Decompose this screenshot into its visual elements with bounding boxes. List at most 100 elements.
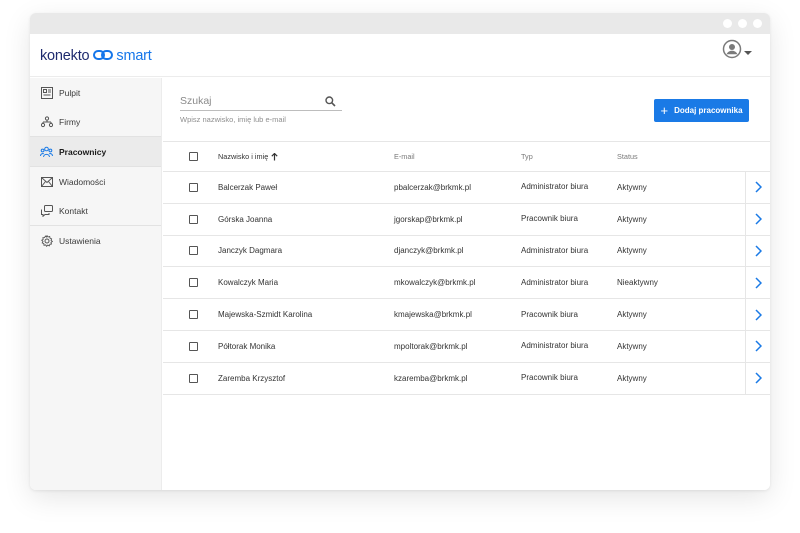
column-header-email[interactable]: E-mail — [394, 142, 415, 171]
row-details-button[interactable] — [745, 203, 770, 235]
sidebar: Pulpit Firmy Pracownicy Wiadomości Konta… — [30, 78, 162, 490]
employees-icon — [40, 145, 53, 158]
chevron-right-icon — [754, 372, 762, 384]
caret-down-icon — [744, 43, 752, 61]
sidebar-item-pracownicy[interactable]: Pracownicy — [30, 137, 161, 166]
table-row[interactable]: Górska Joanna jgorskap@brkmk.pl Pracowni… — [163, 203, 770, 236]
search-icon[interactable] — [325, 94, 336, 112]
row-details-button[interactable] — [745, 267, 770, 299]
employee-name: Kowalczyk Maria — [218, 278, 279, 288]
window-dot[interactable] — [723, 19, 732, 28]
sidebar-item-label: Pracownicy — [59, 146, 107, 157]
sidebar-item-label: Wiadomości — [59, 176, 106, 187]
employee-status: Aktywny — [617, 246, 647, 256]
employee-email: mkowalczyk@brkmk.pl — [394, 278, 476, 288]
chevron-right-icon — [754, 340, 762, 352]
employee-name: Janczyk Dagmara — [218, 246, 283, 256]
table-row[interactable]: Kowalczyk Maria mkowalczyk@brkmk.pl Admi… — [163, 267, 770, 300]
table-row[interactable]: Półtorak Monika mpoltorak@brkmk.pl Admin… — [163, 330, 770, 363]
sidebar-item-ustawienia[interactable]: Ustawienia — [30, 226, 161, 255]
employee-status: Nieaktywny — [617, 278, 658, 288]
sidebar-item-wiadomosci[interactable]: Wiadomości — [30, 167, 161, 196]
employee-status: Aktywny — [617, 182, 647, 192]
employee-type: Administrator biura — [521, 182, 589, 192]
employee-status: Aktywny — [617, 373, 647, 383]
employee-name: Majewska-Szmidt Karolina — [218, 310, 313, 320]
table-row[interactable]: Zaremba Krzysztof kzaremba@brkmk.pl Prac… — [163, 362, 770, 395]
employee-name: Półtorak Monika — [218, 341, 276, 351]
add-employee-button[interactable]: + Dodaj pracownika — [654, 99, 749, 122]
search-hint: Wpisz nazwisko, imię lub e-mail — [180, 115, 286, 124]
employee-type: Administrator biura — [521, 341, 589, 351]
employee-status: Aktywny — [617, 341, 647, 351]
employee-email: jgorskap@brkmk.pl — [394, 214, 463, 224]
logo-text: konekto — [40, 48, 90, 64]
chevron-right-icon — [754, 245, 762, 257]
sidebar-item-label: Ustawienia — [59, 235, 101, 246]
sidebar-item-label: Kontakt — [59, 205, 88, 216]
companies-icon — [40, 115, 53, 128]
main-content: Wpisz nazwisko, imię lub e-mail + Dodaj … — [163, 78, 770, 490]
employee-email: kzaremba@brkmk.pl — [394, 373, 468, 383]
table-row[interactable]: Balcerzak Paweł pbalcerzak@brkmk.pl Admi… — [163, 172, 770, 204]
contact-icon — [40, 204, 53, 217]
settings-icon — [40, 234, 53, 247]
dashboard-icon — [40, 86, 53, 99]
sidebar-item-firmy[interactable]: Firmy — [30, 107, 161, 136]
chevron-right-icon — [754, 213, 762, 225]
column-header-name[interactable]: Nazwisko i imię — [218, 142, 278, 171]
employee-type: Administrator biura — [521, 277, 589, 287]
select-all-checkbox[interactable] — [189, 152, 198, 161]
add-employee-label: Dodaj pracownika — [674, 106, 743, 115]
employee-name: Zaremba Krzysztof — [218, 373, 286, 383]
plus-icon: + — [660, 103, 669, 118]
sidebar-item-pulpit[interactable]: Pulpit — [30, 78, 161, 107]
logo-text-smart: smart — [116, 48, 152, 64]
employee-name: Balcerzak Paweł — [218, 182, 278, 192]
employee-name: Górska Joanna — [218, 214, 273, 224]
window-dot[interactable] — [738, 19, 747, 28]
app-header: konekto smart — [30, 34, 770, 77]
sidebar-item-label: Pulpit — [59, 87, 81, 98]
row-checkbox[interactable] — [189, 214, 198, 224]
window-dot[interactable] — [753, 19, 762, 28]
search-box: Wpisz nazwisko, imię lub e-mail — [180, 91, 342, 124]
sort-ascending-icon — [271, 152, 278, 161]
employee-email: pbalcerzak@brkmk.pl — [394, 182, 472, 192]
messages-icon — [40, 175, 53, 188]
chevron-right-icon — [754, 181, 762, 193]
row-checkbox[interactable] — [189, 182, 198, 192]
sidebar-item-kontakt[interactable]: Kontakt — [30, 196, 161, 225]
row-checkbox[interactable] — [189, 278, 198, 288]
row-checkbox[interactable] — [189, 373, 198, 383]
column-header-type[interactable]: Typ — [521, 142, 591, 171]
employee-email: mpoltorak@brkmk.pl — [394, 341, 468, 351]
employee-email: djanczyk@brkmk.pl — [394, 246, 464, 256]
row-details-button[interactable] — [745, 235, 770, 267]
table-row[interactable]: Janczyk Dagmara djanczyk@brkmk.pl Admini… — [163, 235, 770, 268]
row-checkbox[interactable] — [189, 246, 198, 256]
employee-email: kmajewska@brkmk.pl — [394, 310, 472, 320]
employee-status: Aktywny — [617, 310, 647, 320]
link-logo-icon — [93, 47, 114, 65]
employee-type: Pracownik biura — [521, 309, 578, 319]
sidebar-item-label: Firmy — [59, 116, 81, 127]
row-details-button[interactable] — [745, 362, 770, 394]
user-menu[interactable] — [722, 39, 752, 64]
employee-status: Aktywny — [617, 214, 647, 224]
user-avatar-icon — [722, 39, 742, 64]
row-details-button[interactable] — [745, 330, 770, 362]
row-checkbox[interactable] — [189, 310, 198, 320]
chevron-right-icon — [754, 309, 762, 321]
row-checkbox[interactable] — [189, 341, 198, 351]
row-details-button[interactable] — [745, 172, 770, 203]
employee-type: Pracownik biura — [521, 214, 578, 224]
column-header-status[interactable]: Status — [617, 142, 638, 171]
row-details-button[interactable] — [745, 299, 770, 330]
app-logo[interactable]: konekto smart — [40, 46, 152, 66]
employee-type: Pracownik biura — [521, 373, 578, 383]
search-input[interactable] — [180, 91, 320, 111]
app-window: konekto smart Pulpit Firmy Pracownicy Wi… — [30, 13, 770, 490]
chevron-right-icon — [754, 277, 762, 289]
table-row[interactable]: Majewska-Szmidt Karolina kmajewska@brkmk… — [163, 299, 770, 331]
